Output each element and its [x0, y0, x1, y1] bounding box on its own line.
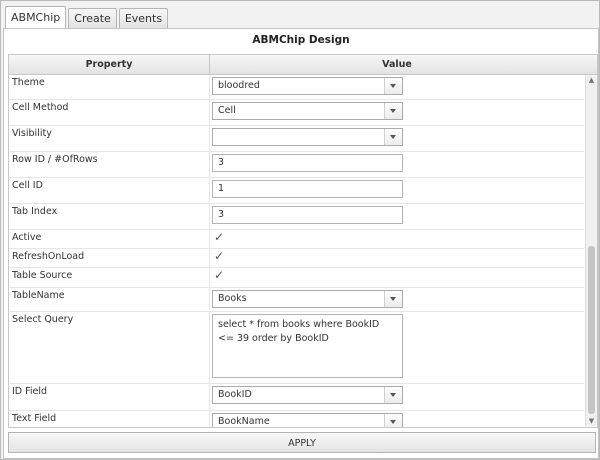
- id-field-select-value: BookID: [218, 389, 252, 400]
- row-theme: Theme bloodred: [9, 75, 584, 100]
- row-table-name: TableName Books: [9, 288, 584, 312]
- property-label: ID Field: [12, 386, 48, 397]
- vertical-scrollbar[interactable]: ▲ ▼: [585, 75, 597, 426]
- table-name-select-value: Books: [218, 293, 247, 304]
- value-cell: ✓: [209, 268, 585, 287]
- value-cell: BookID: [209, 384, 585, 410]
- cell-method-select[interactable]: Cell: [212, 102, 403, 120]
- chevron-down-icon[interactable]: [384, 78, 402, 94]
- row-cell-id: Cell ID 1: [9, 178, 584, 204]
- design-panel: ABMChip Design Property Value Theme bloo…: [3, 28, 599, 459]
- row-id-field: ID Field BookID: [9, 384, 584, 411]
- value-cell: BookName: [209, 411, 585, 427]
- tab-abmchip[interactable]: ABMChip: [5, 6, 67, 29]
- tab-bar: ABMChip Create Events: [5, 6, 170, 29]
- select-query-textarea[interactable]: select * from books where BookID <= 39 o…: [212, 314, 403, 378]
- apply-button[interactable]: APPLY: [8, 432, 596, 453]
- property-column-header: Property: [9, 55, 210, 74]
- scroll-up-icon[interactable]: ▲: [586, 75, 597, 85]
- property-label: Active: [12, 232, 42, 243]
- value-column-header: Value: [382, 59, 412, 70]
- property-label: Select Query: [12, 314, 74, 325]
- property-label: Theme: [12, 77, 45, 88]
- property-grid: Property Value Theme bloodred Cell Metho…: [8, 54, 598, 428]
- row-select-query: Select Query select * from books where B…: [9, 312, 584, 384]
- visibility-select[interactable]: [212, 128, 403, 146]
- tab-create[interactable]: Create: [68, 8, 117, 29]
- value-cell: Books: [209, 288, 585, 311]
- tab-index-input[interactable]: 3: [212, 206, 403, 224]
- property-label: TableName: [12, 290, 65, 301]
- row-tab-index: Tab Index 3: [9, 204, 584, 230]
- row-refresh-on-load: RefreshOnLoad ✓: [9, 249, 584, 268]
- cell-id-input[interactable]: 1: [212, 180, 403, 198]
- value-cell: 1: [209, 178, 585, 203]
- row-cell-method: Cell Method Cell: [9, 100, 584, 126]
- property-label: Cell ID: [12, 180, 43, 191]
- property-label: RefreshOnLoad: [12, 251, 85, 262]
- property-label: Table Source: [12, 270, 73, 281]
- property-label: Visibility: [12, 128, 52, 139]
- value-cell: bloodred: [209, 75, 585, 99]
- property-label: Tab Index: [12, 206, 58, 217]
- property-rows: Theme bloodred Cell Method Cell Visibili…: [9, 75, 585, 427]
- row-table-source: Table Source ✓: [9, 268, 584, 288]
- property-label: Cell Method: [12, 102, 69, 113]
- chevron-down-icon[interactable]: [384, 387, 402, 403]
- value-cell: select * from books where BookID <= 39 o…: [209, 312, 585, 383]
- scroll-down-icon[interactable]: ▼: [586, 416, 597, 426]
- row-active: Active ✓: [9, 230, 584, 249]
- value-cell: ✓: [209, 230, 585, 248]
- chevron-down-icon[interactable]: [384, 414, 402, 427]
- chevron-down-icon[interactable]: [384, 103, 402, 119]
- value-cell: 3: [209, 204, 585, 229]
- row-row-id: Row ID / #OfRows 3: [9, 152, 584, 178]
- tab-events[interactable]: Events: [118, 8, 169, 29]
- scroll-thumb[interactable]: [588, 246, 595, 414]
- table-source-checkbox[interactable]: ✓: [213, 269, 225, 282]
- grid-header: Property Value: [9, 55, 597, 75]
- text-field-select[interactable]: BookName: [212, 413, 403, 427]
- table-name-select[interactable]: Books: [212, 290, 403, 308]
- row-id-input[interactable]: 3: [212, 154, 403, 172]
- value-cell: [209, 126, 585, 151]
- row-text-field: Text Field BookName: [9, 411, 585, 427]
- value-cell: Cell: [209, 100, 585, 125]
- theme-select-value: bloodred: [218, 80, 260, 91]
- panel-title: ABMChip Design: [252, 34, 350, 46]
- chevron-down-icon[interactable]: [384, 291, 402, 307]
- active-checkbox[interactable]: ✓: [213, 231, 225, 244]
- value-cell: ✓: [209, 249, 585, 267]
- value-cell: 3: [209, 152, 585, 177]
- theme-select[interactable]: bloodred: [212, 77, 403, 95]
- row-visibility: Visibility: [9, 126, 584, 152]
- chevron-down-icon[interactable]: [384, 129, 402, 145]
- refresh-on-load-checkbox[interactable]: ✓: [213, 250, 225, 263]
- id-field-select[interactable]: BookID: [212, 386, 403, 404]
- designer-window: ABMChip Create Events ABMChip Design Pro…: [0, 0, 600, 460]
- text-field-select-value: BookName: [218, 416, 270, 427]
- property-label: Text Field: [12, 413, 57, 424]
- cell-method-select-value: Cell: [218, 105, 236, 116]
- property-label: Row ID / #OfRows: [12, 154, 98, 165]
